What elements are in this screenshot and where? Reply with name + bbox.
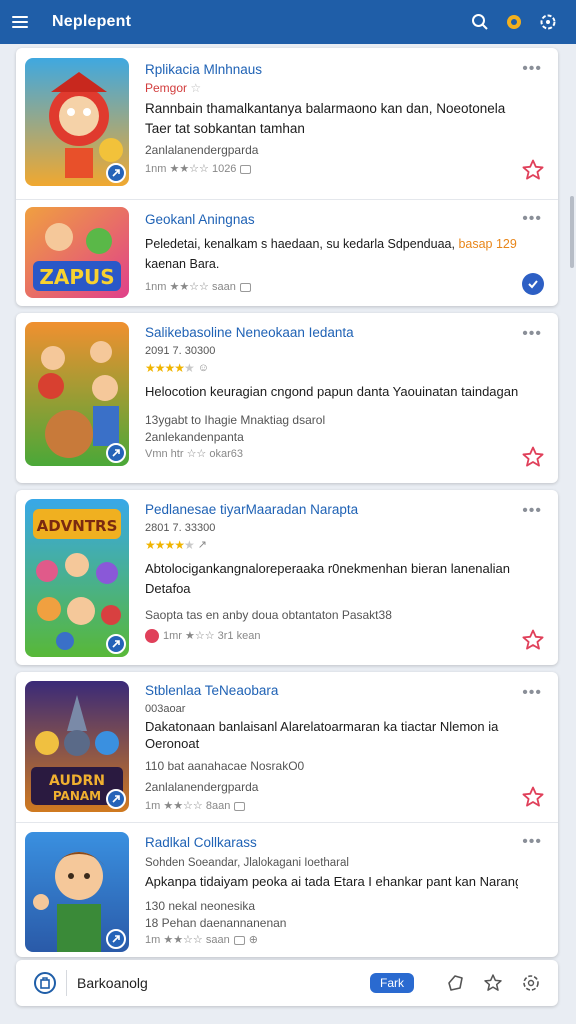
settings-icon[interactable]: [532, 6, 564, 38]
favorite-star-icon[interactable]: [521, 628, 545, 652]
more-options-icon[interactable]: •••: [522, 61, 542, 77]
item-rating: 1nm ★★☆☆ saan: [145, 279, 518, 295]
item-title[interactable]: Radlkal Collkarass: [145, 835, 518, 851]
item-description: kaenan Bara.: [145, 257, 220, 271]
bookmark-icon[interactable]: [34, 972, 56, 994]
list-item[interactable]: ADVNTRS Pedlanesae tiyarMaaradan Narapta…: [16, 490, 558, 665]
app-card: AUDRN PANAM Stblenlaa TeNeaobara 003aoar…: [16, 672, 558, 957]
settings-icon[interactable]: [518, 970, 544, 996]
item-author: Sohden Soeandar, Jlalokagani Ioetharal: [145, 857, 349, 869]
item-title[interactable]: Geokanl Aningnas: [145, 212, 518, 228]
item-rating-stars: ★★★★★ ↗: [145, 538, 208, 552]
svg-text:PANAM: PANAM: [53, 789, 101, 803]
more-options-icon[interactable]: •••: [522, 326, 542, 342]
item-date: 2801 7. 33300: [145, 522, 216, 534]
app-thumbnail[interactable]: [25, 832, 129, 952]
item-description: Rannbain thamalkantanya balarmaono kan d…: [145, 101, 506, 116]
item-description: Peledetai, kenalkam s haedaan, su kedarl…: [145, 237, 517, 251]
filter-pill-button[interactable]: Fark: [370, 973, 414, 993]
item-description: Apkanpa tidaiyam peoka ai tada Etara I e…: [145, 874, 518, 889]
item-detail: 18 Pehan daenannanenan: [145, 916, 287, 930]
favorite-star-icon[interactable]: [521, 445, 545, 469]
tag-icon[interactable]: [442, 970, 468, 996]
more-options-icon[interactable]: •••: [522, 834, 542, 850]
list-item[interactable]: Salikebasoline Neneokaan Iedanta 2091 7.…: [16, 313, 558, 483]
list-item[interactable]: AUDRN PANAM Stblenlaa TeNeaobara 003aoar…: [16, 672, 558, 822]
item-description: Dakatonaan banlaisanl Alarelatoarmaran k…: [145, 719, 499, 734]
item-detail: 2anlalanendergparda: [145, 143, 259, 157]
item-detail: 110 bat aanahacae NosrakO0: [145, 759, 305, 773]
bottom-label[interactable]: Barkoanolg: [77, 975, 370, 991]
item-subtitle: Pemgor ☆: [145, 81, 202, 95]
menu-icon[interactable]: [12, 9, 38, 35]
app-card: ADVNTRS Pedlanesae tiyarMaaradan Narapta…: [16, 490, 558, 665]
item-description: Detafoa: [145, 581, 191, 596]
app-thumbnail[interactable]: ADVNTRS: [25, 499, 129, 657]
app-card: Rplikacia Mlnhnaus Pemgor ☆ Rannbain tha…: [16, 48, 558, 306]
item-title[interactable]: Stblenlaa TeNeaobara: [145, 683, 518, 699]
more-options-icon[interactable]: •••: [522, 503, 542, 519]
app-thumbnail[interactable]: ZAPUS: [25, 207, 129, 298]
svg-text:ZAPUS: ZAPUS: [39, 265, 114, 289]
item-detail: 130 nekal neonesika: [145, 899, 256, 913]
item-detail: 2anlekandenpanta: [145, 430, 244, 444]
item-description: Abtolocigankangnaloreperaaka r0nekmenhan…: [145, 561, 510, 576]
launch-icon[interactable]: [106, 163, 126, 183]
favorite-star-icon[interactable]: [521, 158, 545, 182]
divider: [66, 970, 67, 996]
launch-icon[interactable]: [106, 634, 126, 654]
launch-icon[interactable]: [106, 789, 126, 809]
item-title[interactable]: Pedlanesae tiyarMaaradan Narapta: [145, 502, 518, 518]
app-thumbnail[interactable]: AUDRN PANAM: [25, 681, 129, 812]
check-icon[interactable]: [522, 273, 544, 295]
app-thumbnail[interactable]: [25, 58, 129, 186]
item-rating: 1mr ★☆☆ 3r1 kean: [145, 628, 518, 644]
app-card: Salikebasoline Neneokaan Iedanta 2091 7.…: [16, 313, 558, 483]
search-icon[interactable]: [464, 6, 496, 38]
bottom-toolbar: Barkoanolg Fark: [16, 960, 558, 1006]
svg-text:AUDRN: AUDRN: [49, 773, 105, 789]
item-description: Taer tat sobkantan tamhan: [145, 121, 305, 136]
item-title[interactable]: Rplikacia Mlnhnaus: [145, 62, 518, 78]
item-date: 2091 7. 30300: [145, 345, 216, 357]
more-options-icon[interactable]: •••: [522, 685, 542, 701]
item-detail: 2anlalanendergparda: [145, 780, 259, 794]
item-rating: 1m ★★☆☆ 8aan: [145, 798, 518, 814]
item-detail: 13ygabt to Ihagie Mnaktiag dsarol: [145, 413, 326, 427]
star-icon[interactable]: [480, 970, 506, 996]
launch-icon[interactable]: [106, 929, 126, 949]
list-item[interactable]: ZAPUS Geokanl Aningnas Peledetai, kenalk…: [16, 199, 558, 306]
app-thumbnail[interactable]: [25, 322, 129, 466]
badge-icon[interactable]: [498, 6, 530, 38]
item-description: Oeronoat: [145, 736, 200, 751]
item-rating-stars: ★★★★★ ☺: [145, 361, 210, 375]
list-item[interactable]: Rplikacia Mlnhnaus Pemgor ☆ Rannbain tha…: [16, 48, 558, 199]
app-bar: Neplepent: [0, 0, 576, 44]
item-date: 003aoar: [145, 703, 186, 715]
item-title[interactable]: Salikebasoline Neneokaan Iedanta: [145, 325, 518, 341]
item-detail: Saopta tas en anby doua obtantaton Pasak…: [145, 608, 392, 622]
list-item[interactable]: Radlkal Collkarass Sohden Soeandar, Jlal…: [16, 822, 558, 957]
scrollbar[interactable]: [570, 196, 574, 268]
more-options-icon[interactable]: •••: [522, 211, 542, 227]
item-rating: 1m ★★☆☆ saan ⊕: [145, 934, 258, 946]
item-description: Helocotion keuragian cngond papun danta …: [145, 384, 518, 399]
item-rating: Vmn htr ☆☆ okar63: [145, 448, 243, 460]
launch-icon[interactable]: [106, 443, 126, 463]
page-title: Neplepent: [52, 13, 132, 30]
svg-text:ADVNTRS: ADVNTRS: [37, 517, 118, 535]
item-rating: 1nm ★★☆☆ 1026: [145, 161, 518, 177]
favorite-star-icon[interactable]: [521, 785, 545, 809]
